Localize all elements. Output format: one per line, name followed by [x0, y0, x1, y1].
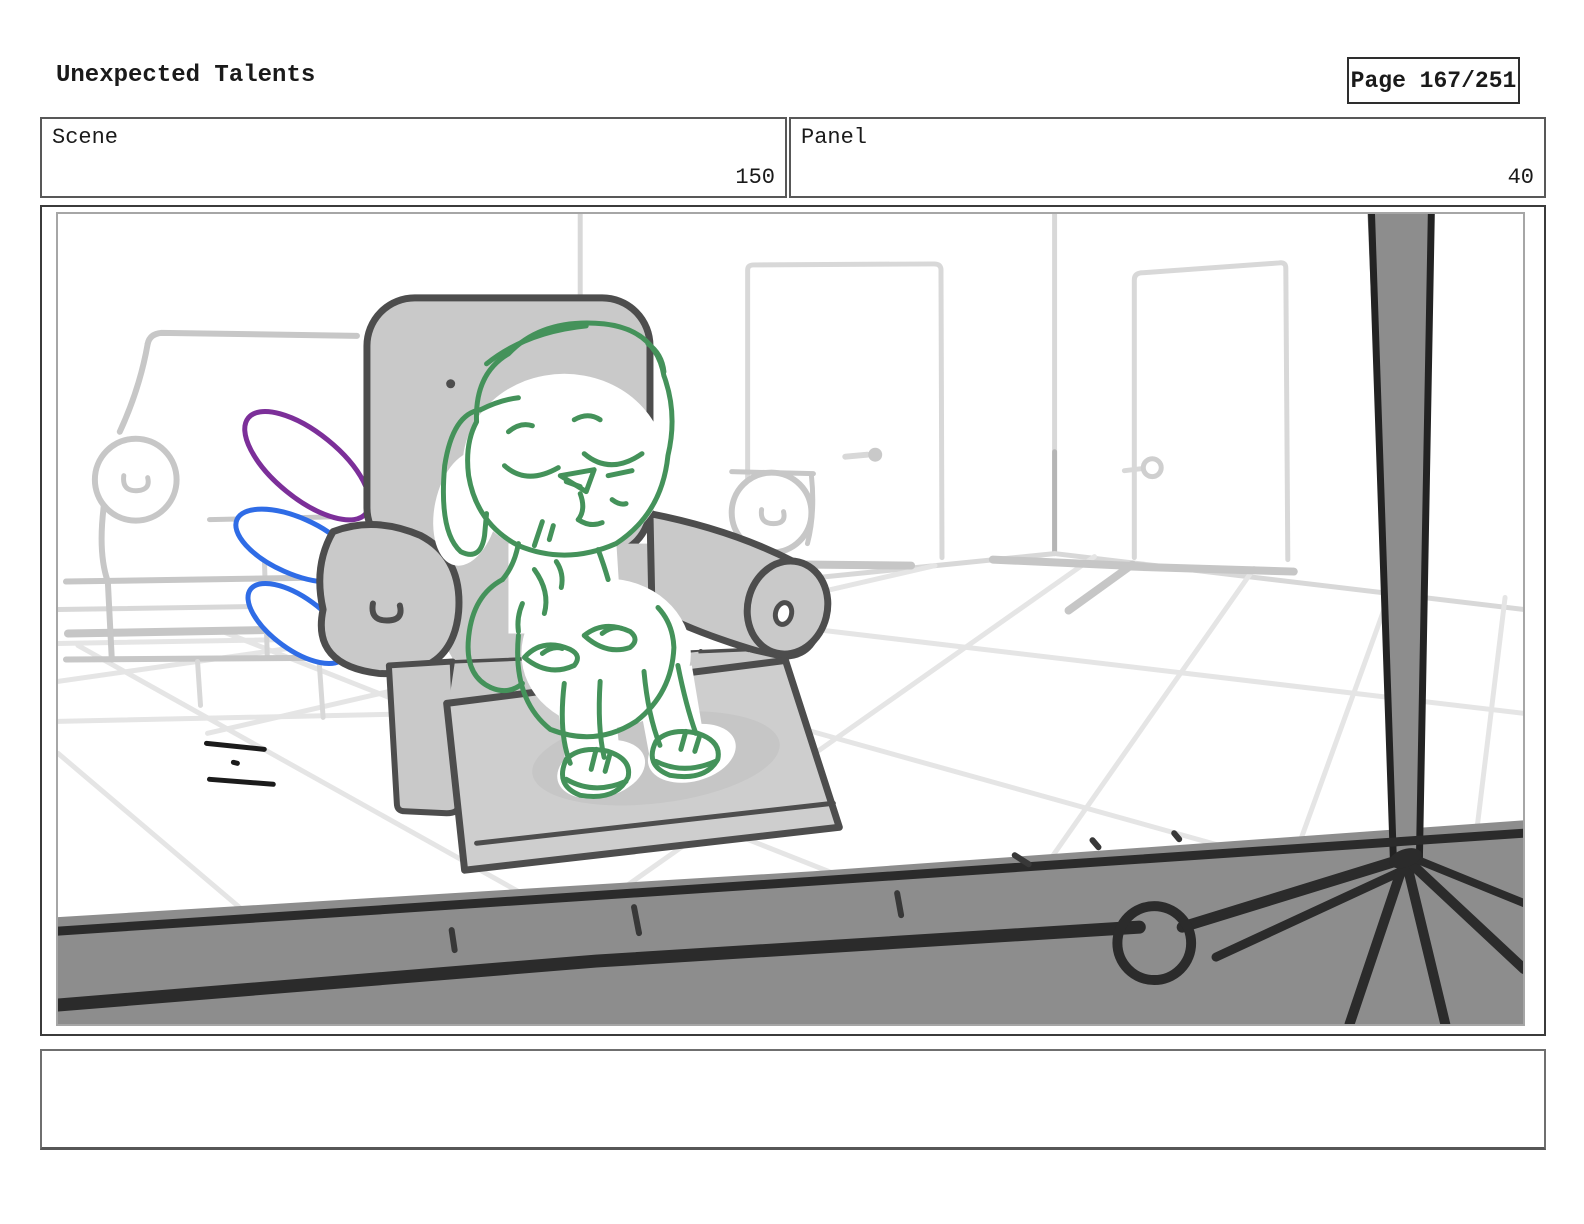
notes-box: [40, 1049, 1546, 1150]
recliner-button-left: [446, 379, 456, 389]
panel-label: Panel: [801, 125, 868, 150]
couch-back: [144, 329, 360, 347]
door-right-knob: [1140, 456, 1164, 480]
storyboard-panel: [40, 205, 1546, 1036]
panel-box: Panel 40: [789, 117, 1546, 198]
couch-armrest-left: [91, 435, 180, 524]
door-left-knob: [868, 447, 883, 462]
door-right: [1131, 260, 1291, 563]
panel-value: 40: [1507, 165, 1534, 190]
door-left-knob-stem: [842, 451, 871, 460]
motion-dashes: [204, 740, 276, 787]
scene-value: 150: [735, 165, 775, 190]
page-title: Unexpected Talents: [56, 62, 316, 89]
storyboard-drawing: [58, 214, 1523, 1024]
storyboard-canvas: [56, 212, 1525, 1026]
page-indicator: Page 167/251: [1347, 57, 1520, 104]
door-right-knob-stem: [1121, 466, 1144, 474]
couch-left-edge: [116, 340, 151, 435]
scene-box: Scene 150: [40, 117, 787, 198]
scene-label: Scene: [52, 125, 119, 150]
page-indicator-label: Page 167/251: [1350, 67, 1517, 94]
